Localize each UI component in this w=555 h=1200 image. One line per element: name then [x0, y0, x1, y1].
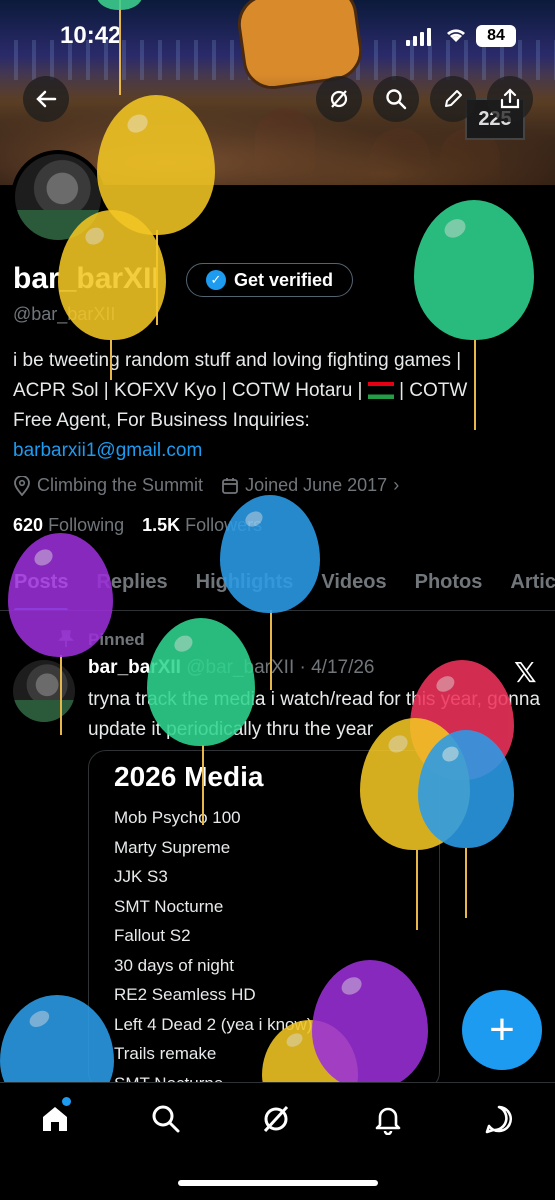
profile-bio: i be tweeting random stuff and loving fi… — [13, 346, 543, 466]
compose-button[interactable]: + — [462, 990, 542, 1070]
bell-icon[interactable] — [370, 1101, 406, 1137]
tab-videos[interactable]: Videos — [307, 555, 400, 610]
status-time: 10:42 — [60, 22, 122, 49]
share-icon — [500, 88, 520, 109]
tab-photos[interactable]: Photos — [401, 555, 497, 610]
pencil-icon — [445, 90, 462, 107]
home-icon[interactable] — [37, 1101, 73, 1137]
search-button[interactable] — [373, 76, 419, 122]
home-notification-dot — [62, 1097, 71, 1106]
profile-meta: Climbing the Summit Joined June 2017 › — [13, 475, 399, 496]
list-item: JJK S3 — [114, 867, 168, 886]
back-button[interactable] — [23, 76, 69, 122]
battery-indicator: 84 — [476, 25, 516, 47]
share-button[interactable] — [487, 76, 533, 122]
signal-icon — [406, 28, 431, 46]
bio-line: ACPR Sol | KOFXV Kyo | COTW Hotaru | | C… — [13, 380, 468, 401]
search-icon — [386, 89, 407, 110]
back-arrow-icon — [36, 90, 57, 108]
location-pin-icon — [14, 475, 30, 496]
grok-button[interactable] — [316, 76, 362, 122]
search-icon[interactable] — [148, 1101, 184, 1137]
tab-articles[interactable]: Articles — [496, 555, 555, 610]
bio-line: i be tweeting random stuff and loving fi… — [13, 350, 462, 371]
post-avatar[interactable] — [13, 660, 75, 722]
bio-email-link[interactable]: barbarxii1@gmail.com — [13, 436, 543, 466]
bio-line: Free Agent, For Business Inquiries: — [13, 410, 310, 431]
list-item: SMT Nocturne — [114, 896, 224, 916]
home-indicator — [178, 1180, 378, 1186]
list-item: Marty Supreme — [114, 837, 231, 857]
list-item: Fallout S2 — [114, 926, 191, 945]
chevron-right-icon: › — [393, 475, 400, 495]
get-verified-button[interactable]: ✓ Get verified — [186, 263, 353, 297]
libya-flag-icon — [367, 382, 394, 400]
edit-button[interactable] — [430, 76, 476, 122]
wifi-icon — [444, 24, 468, 50]
status-bar: 10:42 84 — [0, 22, 555, 52]
get-verified-label: Get verified — [233, 269, 334, 290]
grok-icon[interactable] — [258, 1101, 294, 1137]
grok-icon — [330, 90, 348, 108]
verified-badge-icon: ✓ — [205, 270, 226, 290]
joined-item[interactable]: Joined June 2017 › — [221, 475, 399, 496]
messages-icon[interactable] — [481, 1101, 517, 1137]
location-item: Climbing the Summit — [13, 475, 203, 496]
calendar-icon — [222, 477, 238, 494]
